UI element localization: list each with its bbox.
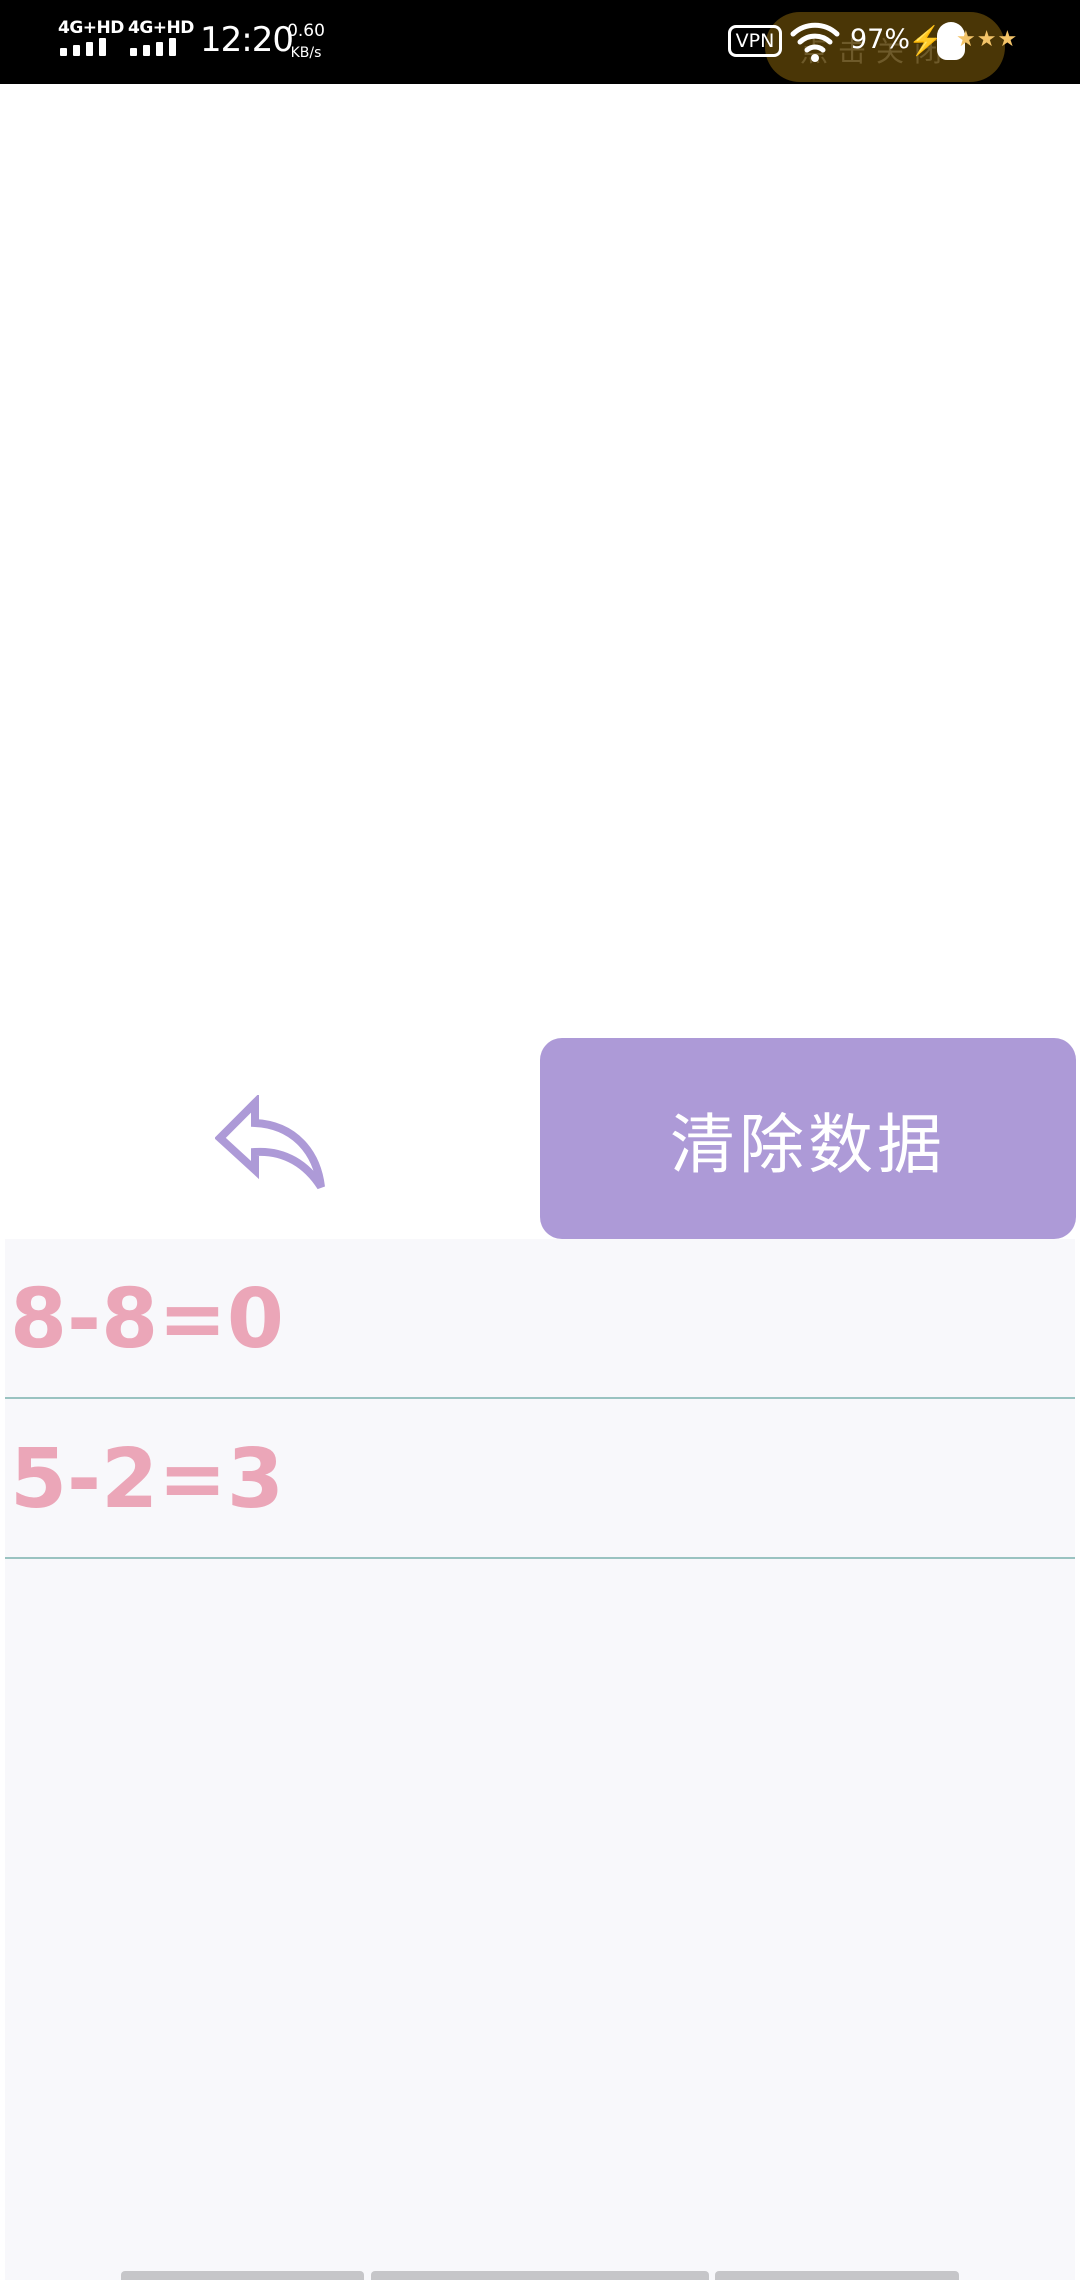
bottom-tab-1[interactable] (121, 2271, 364, 2280)
bottom-tab-2[interactable] (371, 2271, 709, 2280)
history-expression: 5-2=3 (10, 1432, 284, 1527)
clear-data-button[interactable]: 清除数据 (540, 1038, 1076, 1239)
clock: 12:20 (200, 20, 294, 60)
list-item[interactable]: 5-2=3 (5, 1399, 1075, 1559)
network-type-label: 4G+HD (128, 18, 194, 38)
signal-bars-icon (60, 38, 116, 56)
network-speed-value: 0.60 (287, 21, 325, 41)
wifi-icon (790, 22, 840, 62)
back-arrow-icon (214, 1093, 325, 1190)
network-speed: 0.60 KB/s (283, 20, 329, 64)
bottom-tab-3[interactable] (715, 2271, 959, 2280)
signal-sim2: 4G+HD (128, 18, 194, 60)
list-item[interactable]: 8-8=0 (5, 1239, 1075, 1399)
back-button[interactable] (214, 1093, 327, 1190)
signal-bars-icon (130, 38, 186, 56)
battery-level: 97% (850, 24, 911, 55)
history-expression: 8-8=0 (10, 1272, 284, 1367)
signal-sim1: 4G+HD (58, 18, 124, 60)
stars-icon: ★★★ (956, 26, 1019, 51)
history-list[interactable]: 8-8=0 5-2=3 (5, 1239, 1075, 2280)
vpn-badge: VPN (728, 25, 782, 57)
network-speed-unit: KB/s (290, 45, 322, 61)
network-type-label: 4G+HD (58, 18, 124, 38)
status-bar: 4G+HD 4G+HD 12:20 0.60 KB/s 点击关闭 VPN 97%… (0, 0, 1080, 84)
